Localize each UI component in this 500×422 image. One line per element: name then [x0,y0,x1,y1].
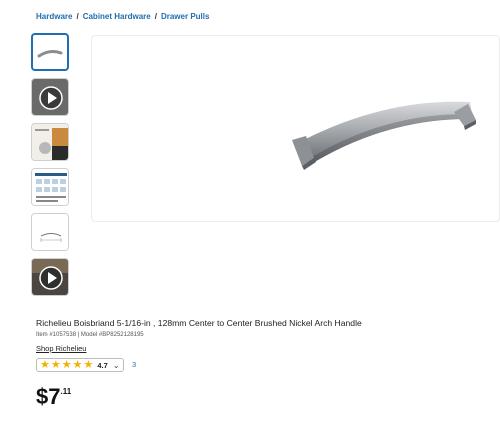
thumbnail-handle[interactable] [31,33,69,71]
breadcrumb-hardware[interactable]: Hardware [36,12,72,21]
arch-handle-image [292,101,476,170]
handle-image [37,50,63,58]
breadcrumb-separator: / [76,12,79,21]
main-product-image[interactable] [91,35,500,222]
breadcrumb-drawer-pulls[interactable]: Drawer Pulls [161,12,209,21]
thumbnail-video-1[interactable] [31,78,69,116]
price-main: $7 [36,384,61,409]
rating-dropdown[interactable]: ★ ★ ★ ★ ★ 4.7 ⌄ [36,358,124,372]
breadcrumb-separator: / [154,12,157,21]
thumbnail-closeup[interactable] [31,123,69,161]
product-closeup-image [32,124,68,160]
star-icon: ★ [72,359,83,371]
star-icon: ★ [50,359,61,371]
rating-value: 4.7 [97,360,108,370]
spec-sheet-image [32,169,68,205]
thumbnail-spec-sheet[interactable] [31,168,69,206]
star-icon: ★ [61,359,72,371]
thumbnail-video-2[interactable] [31,258,69,296]
video-play-icon [32,259,68,295]
video-play-icon [32,79,68,115]
breadcrumb: Hardware / Cabinet Hardware / Drawer Pul… [36,12,209,21]
breadcrumb-cabinet-hardware[interactable]: Cabinet Hardware [83,12,151,21]
chevron-down-icon: ⌄ [112,360,120,370]
star-icon: ★ [40,359,50,371]
rating-count-link[interactable]: 3 [132,360,136,369]
shop-brand-link[interactable]: Shop Richelieu [36,344,86,353]
thumbnail-gallery [31,33,73,303]
item-model-number: Item #1057538 | Model #BP8252128195 [36,332,144,338]
price-cents: .11 [60,387,72,396]
star-icon: ★ [83,359,94,371]
product-title: Richelieu Boisbriand 5-1/16-in , 128mm C… [36,318,362,328]
dimension-drawing-image [32,214,68,250]
thumbnail-dimensions[interactable] [31,213,69,251]
price: $7 .11 [36,386,71,408]
